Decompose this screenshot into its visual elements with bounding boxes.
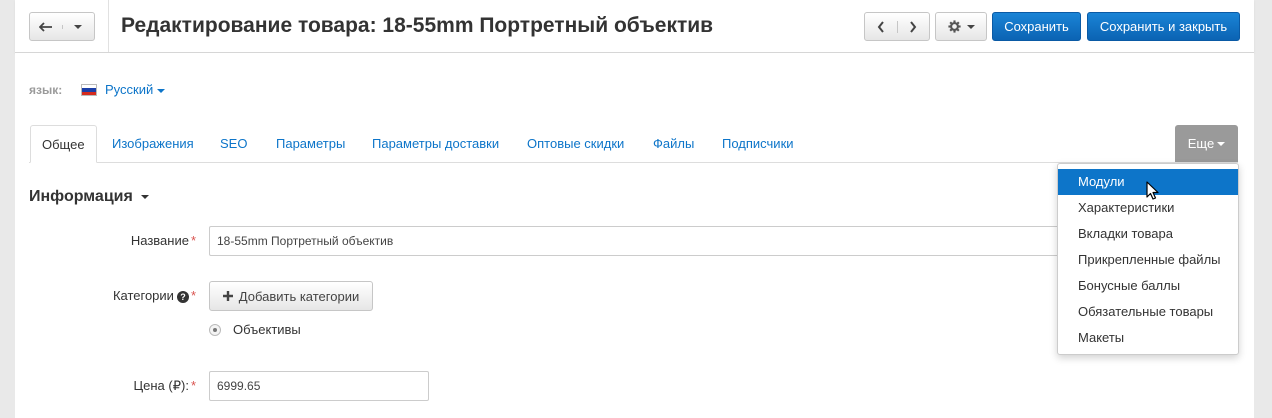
caret-down-icon: [966, 24, 975, 29]
add-categories-label: Добавить категории: [238, 288, 360, 304]
header-divider: [108, 0, 109, 52]
add-categories-button[interactable]: Добавить категории: [209, 281, 373, 311]
next-item-button[interactable]: [896, 20, 930, 33]
price-field-label: Цена (₽): *: [75, 378, 196, 394]
chevron-right-icon: [910, 20, 917, 33]
caret-down-icon: [140, 194, 149, 199]
tab-images[interactable]: Изображения: [112, 125, 194, 163]
help-icon[interactable]: ?: [176, 290, 189, 303]
gear-icon: [947, 20, 961, 33]
required-mark: *: [190, 233, 196, 248]
mouse-pointer-icon: [1146, 181, 1159, 200]
menu-item-attached-files[interactable]: Прикрепленные файлы: [1058, 247, 1238, 273]
caret-down-icon: [157, 88, 166, 93]
tab-more-label: Еще: [1187, 136, 1215, 151]
page-title: Редактирование товара: 18-55mm Портретны…: [121, 14, 714, 37]
required-mark: *: [190, 378, 196, 393]
categories-label-text: Категории: [112, 288, 174, 303]
required-mark: *: [190, 288, 196, 303]
settings-dropdown-button[interactable]: [935, 12, 987, 41]
back-dropdown-button[interactable]: [61, 24, 95, 29]
prev-item-button[interactable]: [865, 20, 897, 33]
page-header: Редактирование товара: 18-55mm Портретны…: [15, 0, 1254, 53]
tab-more[interactable]: Еще: [1175, 125, 1238, 162]
category-radio[interactable]: [209, 324, 221, 336]
name-input[interactable]: 18-55mm Портретный объектив: [209, 226, 1079, 256]
tab-subscribers[interactable]: Подписчики: [722, 125, 794, 163]
tab-wholesale-discounts[interactable]: Оптовые скидки: [527, 125, 624, 163]
save-and-close-button[interactable]: Сохранить и закрыть: [1087, 12, 1240, 41]
categories-field-label: Категории? *: [75, 288, 196, 303]
menu-item-required-products[interactable]: Обязательные товары: [1058, 299, 1238, 325]
back-button-group: [29, 12, 95, 41]
russia-flag-icon: [81, 84, 97, 96]
name-field-label: Название *: [75, 233, 196, 248]
menu-item-product-tabs[interactable]: Вкладки товара: [1058, 221, 1238, 247]
save-button[interactable]: Сохранить: [992, 12, 1081, 41]
section-title-label: Информация: [29, 188, 133, 205]
caret-down-icon: [1217, 141, 1226, 146]
chevron-left-icon: [877, 20, 884, 33]
tabs-border: [29, 162, 1238, 163]
prev-next-group: [864, 12, 930, 41]
back-button[interactable]: [30, 21, 62, 32]
category-option-label: Объективы: [233, 322, 301, 337]
price-input[interactable]: 6999.65: [209, 371, 429, 401]
plus-icon: [222, 291, 233, 301]
language-selected: Русский: [105, 82, 154, 97]
back-arrow-icon: [38, 21, 52, 32]
tab-files[interactable]: Файлы: [653, 125, 694, 163]
tab-seo[interactable]: SEO: [220, 125, 247, 163]
menu-item-bonus-points[interactable]: Бонусные баллы: [1058, 273, 1238, 299]
tab-general[interactable]: Общее: [30, 125, 97, 163]
section-title[interactable]: Информация: [29, 188, 149, 206]
name-label-text: Название: [130, 233, 189, 248]
language-selector[interactable]: Русский: [105, 82, 166, 97]
menu-item-layouts[interactable]: Макеты: [1058, 325, 1238, 351]
price-label-text: Цена (₽):: [133, 378, 189, 393]
tab-delivery-parameters[interactable]: Параметры доставки: [372, 125, 499, 163]
language-label: язык:: [29, 83, 63, 97]
tab-parameters[interactable]: Параметры: [276, 125, 345, 163]
caret-down-icon: [74, 24, 83, 29]
